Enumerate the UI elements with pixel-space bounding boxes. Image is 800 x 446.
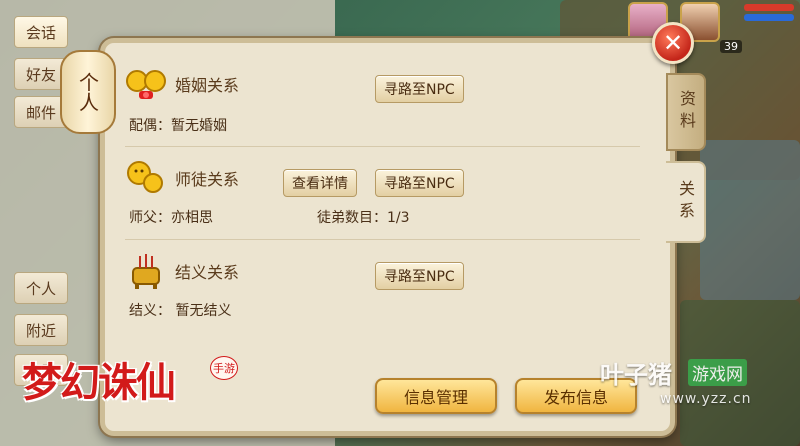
mentor-section: 师徒关系 查看详情 寻路至NPC 师父：亦相思 徒弟数目：1/3 (125, 146, 640, 239)
chat-tab-nearby[interactable]: 附近 (14, 314, 68, 346)
spouse-info: 配偶：暂无婚姻 (129, 118, 227, 134)
sworn-section: 结义关系 寻路至NPC 结义： 暂无结义 (125, 239, 640, 332)
marriage-section: 婚姻关系 寻路至NPC 配偶：暂无婚姻 (125, 53, 640, 146)
incense-burner-icon (125, 250, 167, 292)
game-logo: 梦幻诛仙 (22, 359, 176, 406)
tab-relations[interactable]: 关系 (666, 161, 706, 243)
chat-tab-personal[interactable]: 个人 (14, 272, 68, 304)
view-details-button[interactable]: 查看详情 (283, 169, 357, 197)
game-logo-sub: 手游 (210, 356, 238, 380)
marriage-title: 婚姻关系 (175, 76, 240, 95)
site-watermark-url: www.yzz.cn (660, 391, 752, 407)
close-icon: ✕ (662, 29, 684, 57)
close-button[interactable]: ✕ (652, 22, 694, 64)
sworn-title: 结义关系 (175, 263, 240, 282)
mp-bar (744, 14, 794, 21)
mentor-icon (125, 157, 167, 199)
mentor-pathfind-button[interactable]: 寻路至NPC (375, 169, 464, 197)
site-watermark-box: 游戏网 (688, 359, 747, 386)
mentor-title: 师徒关系 (175, 170, 240, 189)
relations-panel: 婚姻关系 寻路至NPC 配偶：暂无婚姻 师徒关系 查看详情 寻路至NPC 师父：… (100, 38, 706, 436)
couple-icon (125, 63, 167, 105)
hp-bar (744, 4, 794, 11)
info-manage-button[interactable]: 信息管理 (375, 378, 497, 414)
apprentice-count: 徒弟数目：1/3 (317, 210, 410, 226)
player-level: 39 (720, 40, 742, 53)
personal-lantern: 个人 (60, 40, 116, 150)
lantern-label: 个人 (75, 72, 100, 112)
sworn-info: 结义： 暂无结义 (129, 303, 232, 319)
site-watermark: 叶子猪 (600, 361, 672, 389)
marriage-pathfind-button[interactable]: 寻路至NPC (375, 75, 464, 103)
master-info: 师父：亦相思 (129, 210, 213, 226)
sworn-pathfind-button[interactable]: 寻路至NPC (375, 262, 464, 290)
tab-profile[interactable]: 资料 (666, 73, 706, 151)
